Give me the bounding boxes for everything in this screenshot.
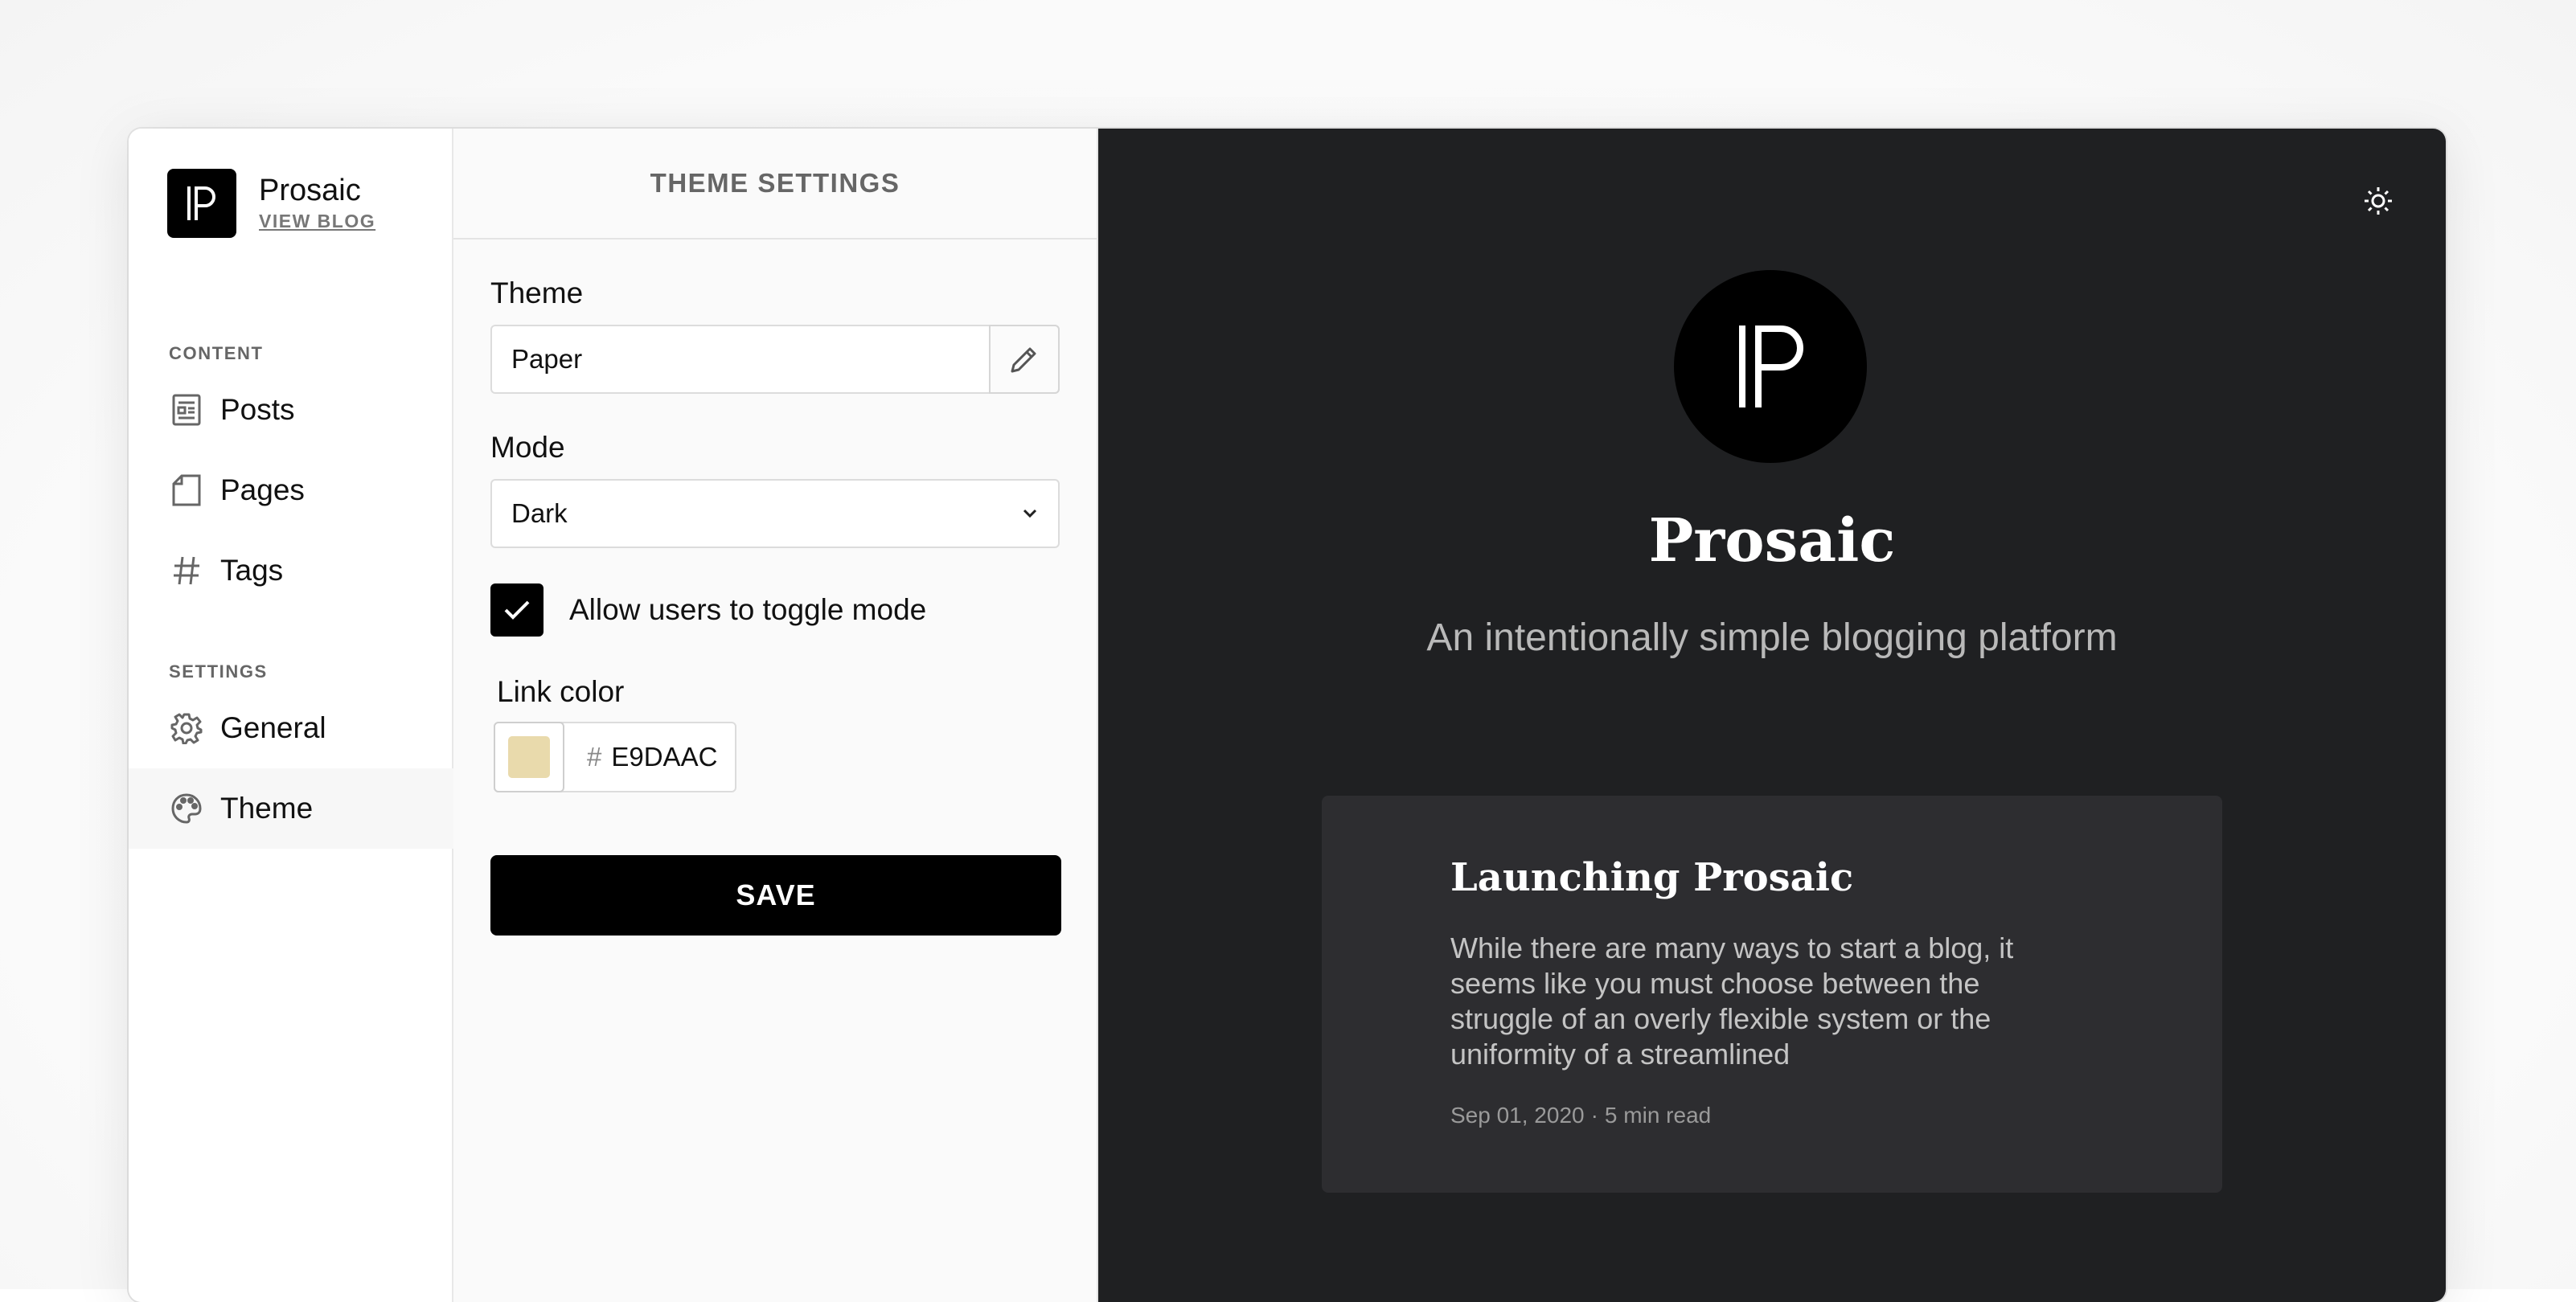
content-nav: CONTENT Posts Pages Tags (129, 338, 453, 611)
prosaic-logo-icon (1739, 326, 1803, 407)
theme-label: Theme (490, 276, 584, 309)
link-color-label: Link color (497, 675, 625, 708)
post-read-time: 5 min read (1604, 1103, 1712, 1128)
blog-preview: Prosaic An intentionally simple blogging… (1098, 129, 2446, 1302)
mode-select-value: Dark (511, 498, 568, 528)
sidebar-item-posts[interactable]: Posts (129, 370, 453, 450)
content-heading: CONTENT (169, 343, 264, 363)
panel-title: THEME SETTINGS (453, 129, 1097, 240)
prosaic-logo-icon (167, 169, 236, 238)
blog-subtitle: An intentionally simple blogging platfor… (1426, 616, 2118, 659)
sidebar-item-label: Pages (220, 473, 305, 506)
blog-avatar (1674, 270, 1867, 463)
settings-heading: SETTINGS (169, 661, 268, 682)
post-title[interactable]: Launching Prosaic (1450, 855, 1853, 900)
theme-field: Paper (490, 325, 1060, 394)
post-card[interactable]: Launching Prosaic While there are many w… (1322, 796, 2222, 1193)
toggle-mode-row: Allow users to toggle mode (490, 583, 926, 637)
mode-select[interactable]: Dark (490, 479, 1060, 548)
sidebar: Prosaic VIEW BLOG CONTENT Posts Pages Ta… (129, 129, 453, 1302)
allow-toggle-label[interactable]: Allow users to toggle mode (569, 593, 926, 627)
brand-name: Prosaic (259, 174, 361, 207)
sidebar-item-tags[interactable]: Tags (129, 530, 453, 611)
mode-toggle-button[interactable] (2359, 182, 2398, 220)
mode-label: Mode (490, 431, 565, 464)
view-blog-link[interactable]: VIEW BLOG (259, 211, 375, 232)
theme-input[interactable]: Paper (492, 344, 989, 375)
post-excerpt: While there are many ways to start a blo… (1450, 931, 2014, 1071)
theme-settings-panel: THEME SETTINGS Theme Paper Mode Dark All… (453, 129, 1098, 1302)
settings-nav: SETTINGS General Theme (129, 656, 453, 849)
color-swatch (508, 736, 550, 778)
color-swatch-button[interactable] (494, 722, 564, 792)
pencil-icon (1009, 344, 1040, 375)
sun-icon (2365, 187, 2392, 215)
edit-theme-button[interactable] (989, 325, 1060, 394)
app-window: Prosaic VIEW BLOG CONTENT Posts Pages Ta… (129, 129, 2446, 1302)
palette-icon (169, 791, 204, 826)
allow-toggle-checkbox[interactable] (490, 583, 544, 637)
chevron-down-icon (1002, 507, 1058, 520)
sidebar-item-label: General (220, 711, 326, 744)
sidebar-item-label: Tags (220, 554, 284, 587)
sidebar-item-theme[interactable]: Theme (129, 768, 453, 849)
hash-prefix: # (587, 742, 602, 772)
post-meta: Sep 01, 2020 · 5 min read (1450, 1103, 1711, 1128)
post-date: Sep 01, 2020 (1450, 1103, 1585, 1128)
brand: Prosaic VIEW BLOG (167, 169, 375, 238)
blog-title: Prosaic (1648, 506, 1896, 575)
gear-icon (169, 710, 204, 746)
hash-icon (169, 553, 204, 588)
save-button[interactable]: SAVE (490, 855, 1061, 936)
sidebar-item-pages[interactable]: Pages (129, 450, 453, 530)
link-color-field: # E9DAAC (494, 722, 736, 792)
link-color-input[interactable]: E9DAAC (611, 742, 717, 772)
meta-separator: · (1590, 1103, 1598, 1128)
check-icon (504, 600, 530, 620)
page-icon (169, 473, 204, 508)
sidebar-item-general[interactable]: General (129, 688, 453, 768)
document-icon (169, 392, 204, 428)
sidebar-item-label: Posts (220, 393, 295, 426)
sidebar-item-label: Theme (220, 792, 314, 825)
